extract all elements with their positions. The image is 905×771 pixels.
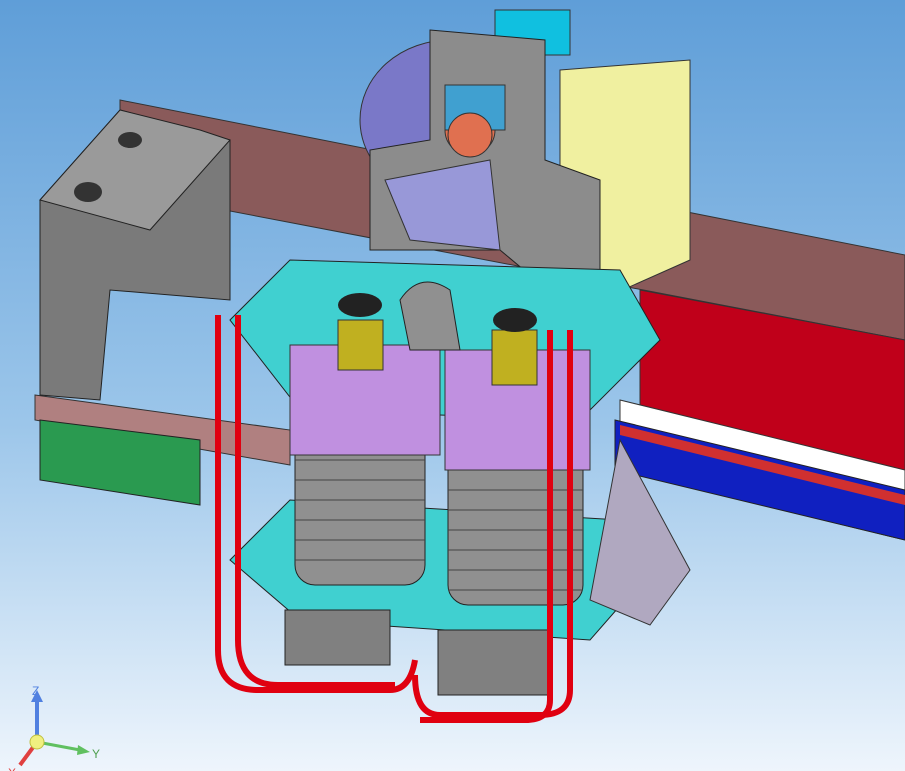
y-axis-label: Y xyxy=(92,747,100,761)
axis-triad: Z Y X xyxy=(8,684,100,771)
x-axis-label: X xyxy=(8,766,16,771)
z-axis-label: Z xyxy=(32,684,39,698)
extruder-assembly xyxy=(359,9,691,301)
cad-viewport[interactable]: Z Y X xyxy=(0,0,905,771)
carriage-block xyxy=(39,109,231,401)
